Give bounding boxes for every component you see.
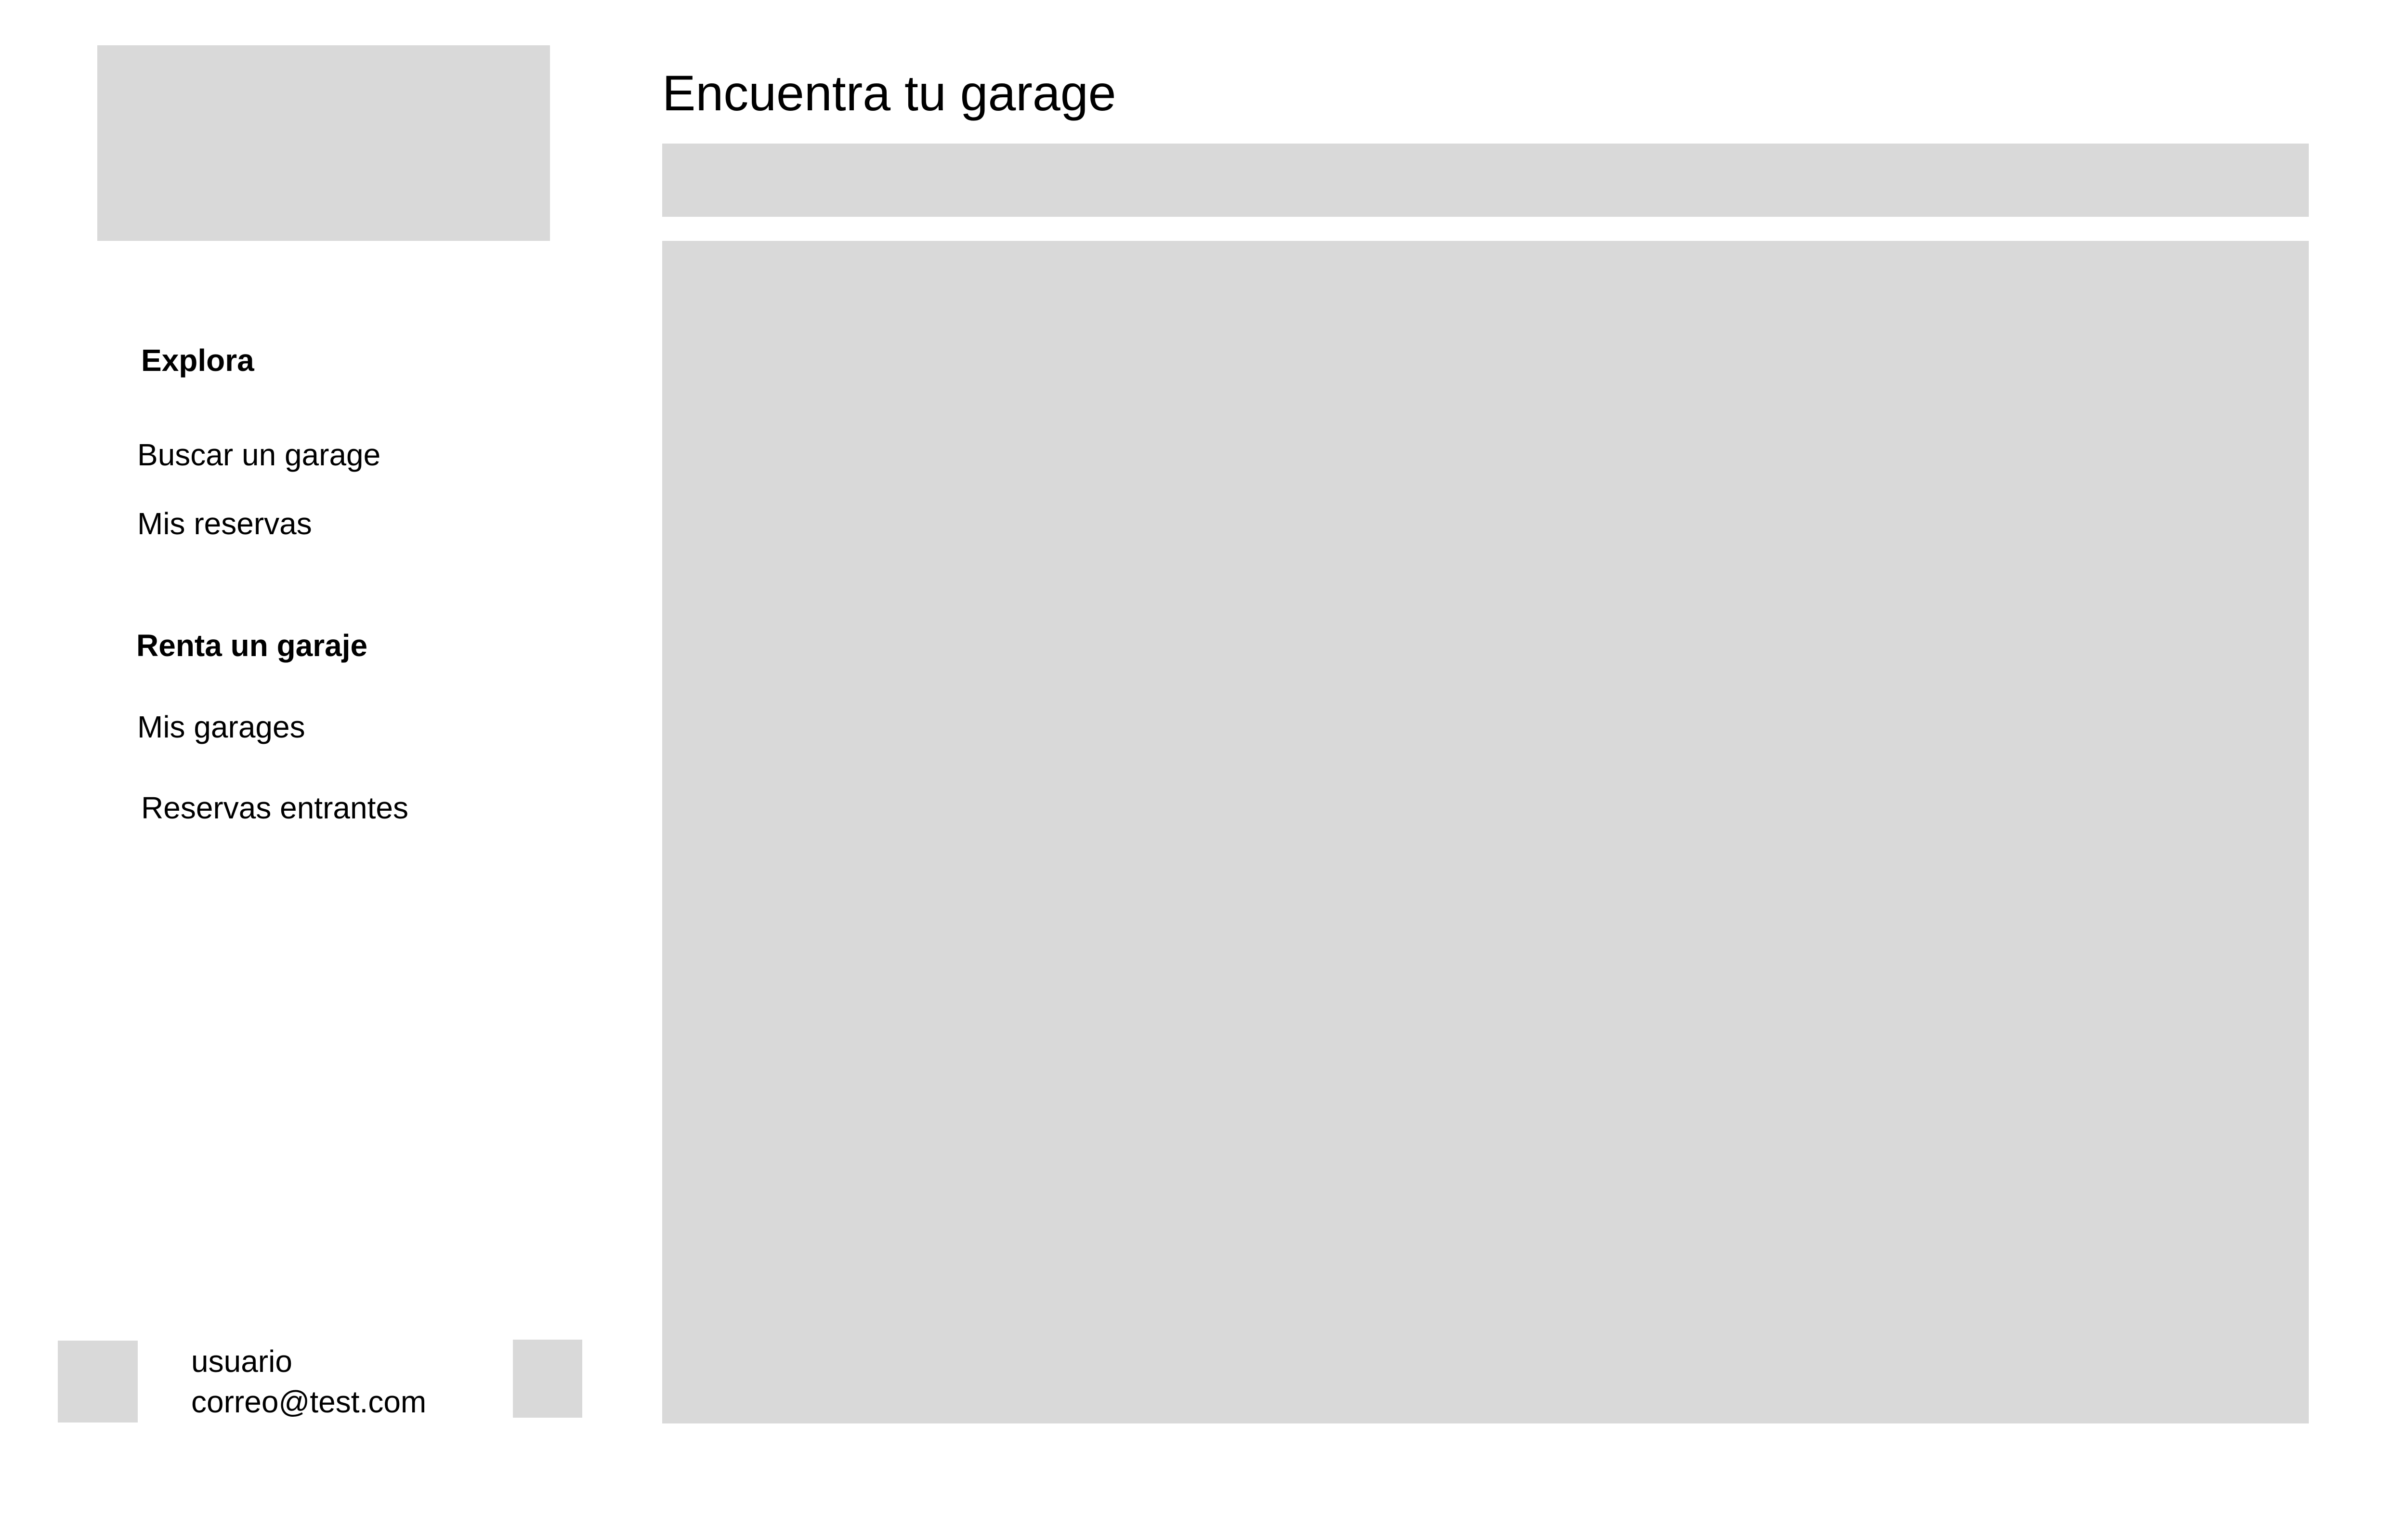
user-name: usuario [191,1344,292,1379]
user-email: correo@test.com [191,1384,427,1419]
logo-placeholder [97,45,550,241]
search-bar[interactable] [662,144,2309,217]
section-heading-explora: Explora [141,343,254,378]
sidebar-item-reservas-entrantes[interactable]: Reservas entrantes [141,792,408,823]
section-heading-renta-garaje: Renta un garaje [136,628,368,663]
page-title: Encuentra tu garage [662,66,1116,121]
user-menu-button[interactable] [513,1340,582,1418]
sidebar-item-mis-garages[interactable]: Mis garages [137,711,305,742]
avatar[interactable] [58,1341,138,1423]
sidebar-item-mis-reservas[interactable]: Mis reservas [137,508,312,539]
map-area[interactable] [662,241,2309,1423]
sidebar-item-buscar-garage[interactable]: Buscar un garage [137,439,380,470]
